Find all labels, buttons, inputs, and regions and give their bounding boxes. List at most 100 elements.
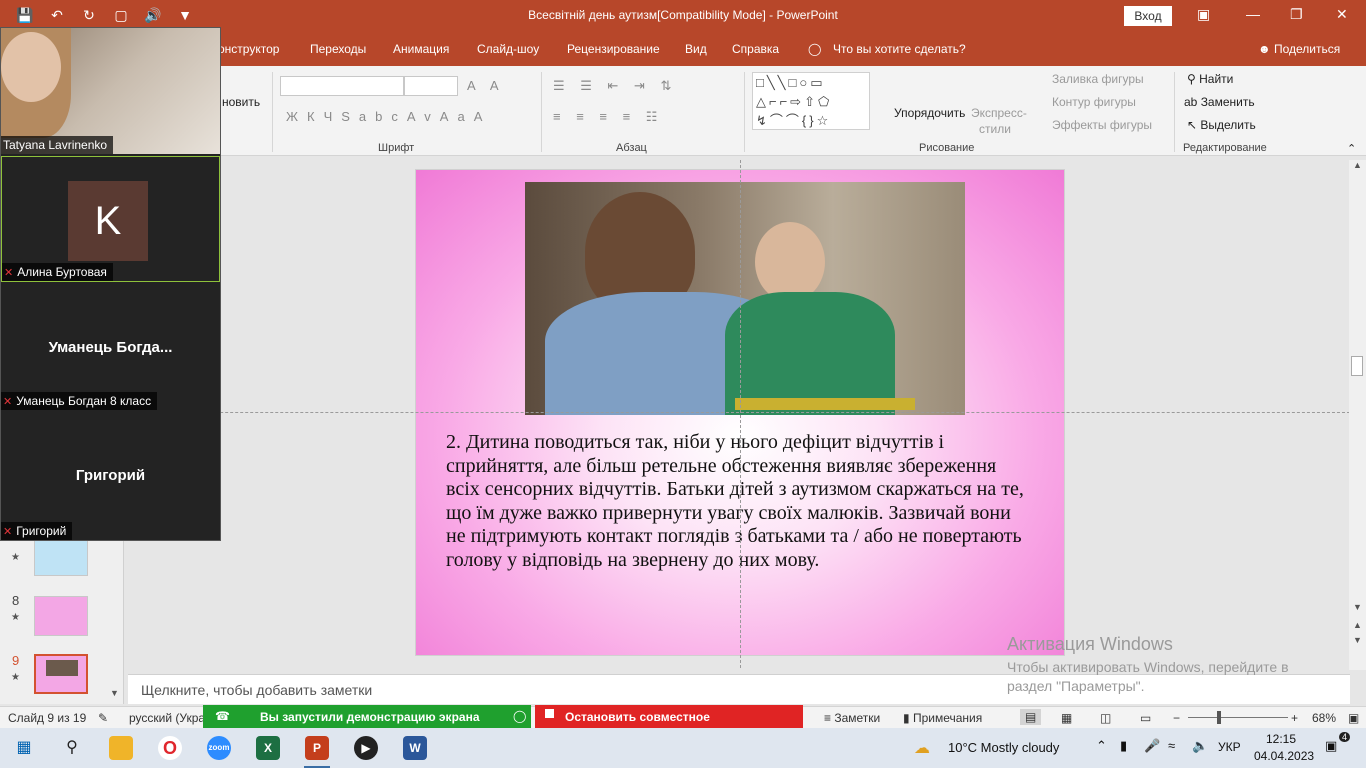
shape-fill-button[interactable]: Заливка фигуры <box>1052 72 1144 86</box>
quick-styles-button[interactable]: Экспресс- <box>971 106 1027 120</box>
vertical-scrollbar[interactable]: ▲ ▼ ▲ ▼ <box>1349 160 1366 670</box>
tab-help[interactable]: Справка <box>732 42 779 56</box>
scroll-thumb[interactable] <box>1351 356 1363 376</box>
thumbnail-photo <box>46 660 78 676</box>
normal-view-icon[interactable]: ▤ <box>1020 709 1042 725</box>
tray-chevron-icon[interactable]: ⌃ <box>1096 738 1107 754</box>
speaker-icon[interactable]: 🔈 <box>1192 738 1208 754</box>
microphone-icon[interactable]: 🎤 <box>1144 738 1160 754</box>
quick-styles-label: стили <box>979 122 1011 136</box>
maximize-icon[interactable]: ❐ <box>1290 6 1303 23</box>
font-format-buttons[interactable]: ЖКЧSabcAvAaA <box>286 109 491 124</box>
restore-label[interactable]: новить <box>222 95 260 109</box>
collapse-ribbon-icon[interactable]: ⌃ <box>1347 142 1356 155</box>
slide-thumbnail-8[interactable] <box>34 596 88 636</box>
font-name-dropdown[interactable] <box>280 76 404 96</box>
participant-tile[interactable]: K ✕ Алина Буртовая <box>1 156 220 282</box>
ribbon-display-icon[interactable]: ▣ <box>1197 6 1210 23</box>
excel-icon[interactable]: X <box>256 736 280 760</box>
zoom-in-icon[interactable]: + <box>1291 711 1298 725</box>
tab-slideshow[interactable]: Слайд-шоу <box>477 42 539 56</box>
zoom-out-icon[interactable]: − <box>1173 711 1180 725</box>
clock-time[interactable]: 12:15 <box>1266 732 1296 746</box>
next-slide-icon[interactable]: ▼ <box>1353 635 1362 645</box>
arrange-button[interactable]: Упорядочить <box>894 106 965 120</box>
notification-icon[interactable]: ▣ <box>1325 738 1337 754</box>
comments-button[interactable]: ▮ Примечания <box>903 711 982 725</box>
participant-display-name: Григорий <box>75 467 146 484</box>
scroll-down-icon[interactable]: ▼ <box>1353 602 1362 612</box>
close-icon[interactable]: ✕ <box>1336 6 1348 23</box>
ribbon-separator <box>272 72 273 152</box>
weather-text[interactable]: 10°C Mostly cloudy <box>948 740 1059 755</box>
stop-share-button[interactable]: Остановить совместное использование <box>535 705 803 738</box>
shape-effects-button[interactable]: Эффекты фигуры <box>1052 118 1152 132</box>
slide-thumbnail-9[interactable] <box>34 654 88 694</box>
zoom-app-icon[interactable]: zoom <box>207 736 231 760</box>
reading-view-icon[interactable]: ◫ <box>1100 711 1111 725</box>
participant-tile[interactable]: Григорий ✕ Григорий <box>1 412 220 540</box>
tab-animation[interactable]: Анимация <box>393 42 449 56</box>
ribbon-separator <box>1174 72 1175 152</box>
input-language[interactable]: УКР <box>1218 740 1241 754</box>
weather-icon[interactable]: ☁ <box>914 738 930 758</box>
spellcheck-icon[interactable]: ✎ <box>98 711 108 725</box>
list-buttons[interactable]: ☰ ☰ ⇤ ⇥ ⇅ <box>553 78 677 94</box>
font-group-label: Шрифт <box>378 142 415 154</box>
clock-date[interactable]: 04.04.2023 <box>1254 749 1314 763</box>
wifi-icon[interactable]: ≈ <box>1168 738 1175 753</box>
share-button[interactable]: ☻ Поделиться <box>1258 42 1340 56</box>
shapes-gallery[interactable]: □╲╲□○▭ △⌐⌐⇨⇧⬠ ↯⌒⌒{}☆ <box>752 72 870 130</box>
prev-slide-icon[interactable]: ▲ <box>1353 620 1362 630</box>
zoom-participants-panel[interactable]: Tatyana Lavrinenko K ✕ Алина Буртовая Ума… <box>0 27 221 541</box>
battery-icon[interactable]: ▮ <box>1120 738 1127 754</box>
tab-design[interactable]: онструктор <box>218 42 279 56</box>
slide-photo[interactable] <box>525 182 965 415</box>
media-player-icon[interactable]: ▶ <box>354 736 378 760</box>
screen-share-text: Вы запустили демонстрацию экрана <box>260 710 480 724</box>
zoom-slider-thumb[interactable] <box>1217 711 1221 724</box>
animation-star-icon: ★ <box>11 672 20 683</box>
participant-video-tile[interactable]: Tatyana Lavrinenko <box>1 28 220 154</box>
scroll-down-icon[interactable]: ▼ <box>110 688 119 698</box>
language-indicator[interactable]: русский (Укра <box>129 711 205 725</box>
notes-button[interactable]: ≡ Заметки <box>824 711 880 725</box>
word-icon[interactable]: W <box>403 736 427 760</box>
slide-body-text[interactable]: 2. Дитина поводиться так, ніби у нього д… <box>446 431 1026 572</box>
replace-button[interactable]: ab Заменить <box>1184 95 1255 109</box>
login-button[interactable]: Вход <box>1124 6 1172 26</box>
slideshow-view-icon[interactable]: ▭ <box>1140 711 1151 725</box>
participant-tile[interactable]: Уманець Богда... ✕ Уманець Богдан 8 класс <box>1 284 220 410</box>
select-button[interactable]: ↖ Выделить <box>1187 118 1256 132</box>
opera-icon[interactable]: O <box>158 736 182 760</box>
zoom-slider[interactable] <box>1188 717 1288 718</box>
participant-display-name: Уманець Богда... <box>48 339 173 356</box>
participant-face <box>1 32 61 102</box>
windows-start-icon[interactable]: ▦ <box>12 736 36 760</box>
participant-avatar: K <box>68 181 148 261</box>
font-size-buttons[interactable]: A A <box>467 78 505 93</box>
font-size-dropdown[interactable] <box>404 76 458 96</box>
ribbon-separator <box>744 72 745 152</box>
paragraph-group-label: Абзац <box>616 142 647 154</box>
slide-sorter-icon[interactable]: ▦ <box>1061 711 1072 725</box>
animation-star-icon: ★ <box>11 552 20 563</box>
tab-transitions[interactable]: Переходы <box>310 42 366 56</box>
slide-thumbnail-7[interactable] <box>34 536 88 576</box>
tab-review[interactable]: Рецензирование <box>567 42 660 56</box>
fit-to-window-icon[interactable]: ▣ <box>1348 711 1359 725</box>
tab-view[interactable]: Вид <box>685 42 707 56</box>
scroll-up-icon[interactable]: ▲ <box>1353 160 1362 170</box>
file-explorer-icon[interactable] <box>109 736 133 760</box>
align-buttons[interactable]: ≡ ≡ ≡ ≡ ☷ <box>553 109 663 125</box>
windows-taskbar: ▦ ⚲ O zoom X P ▶ W ☁ 10°C Mostly cloudy … <box>0 728 1366 768</box>
slide-number: 8 <box>12 593 20 608</box>
tell-me-search[interactable]: Что вы хотите сделать? <box>833 42 966 56</box>
shape-outline-button[interactable]: Контур фигуры <box>1052 95 1136 109</box>
slide-counter[interactable]: Слайд 9 из 19 <box>8 711 86 725</box>
search-icon[interactable]: ⚲ <box>60 736 84 760</box>
powerpoint-icon[interactable]: P <box>305 736 329 760</box>
zoom-level[interactable]: 68% <box>1312 711 1336 725</box>
find-button[interactable]: ⚲ Найти <box>1187 72 1233 86</box>
minimize-icon[interactable]: — <box>1246 6 1260 22</box>
